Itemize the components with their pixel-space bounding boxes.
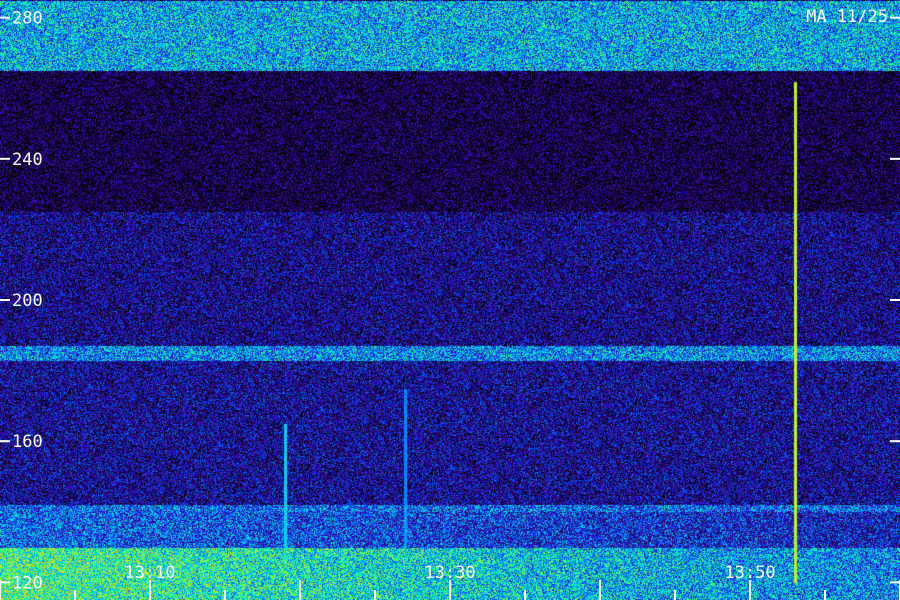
- x-tick-label: 13:30: [424, 563, 475, 583]
- y-tick-label: 240: [12, 150, 43, 170]
- y-axis: 120 160 200 240 280: [0, 9, 900, 593]
- x-tick-label: 13:10: [124, 563, 175, 583]
- axes-overlay: MA 11/25 120 160 200 240 280 13:10 13:30 13:50: [0, 7, 900, 600]
- y-tick-label: 120: [12, 573, 43, 593]
- y-tick-label: 160: [12, 432, 43, 452]
- y-tick-label: 280: [12, 9, 43, 29]
- y-tick-label: 200: [12, 291, 43, 311]
- x-tick-label: 13:50: [724, 563, 775, 583]
- chart-title: MA 11/25: [806, 7, 888, 27]
- x-axis: 13:10 13:30 13:50: [0, 563, 900, 600]
